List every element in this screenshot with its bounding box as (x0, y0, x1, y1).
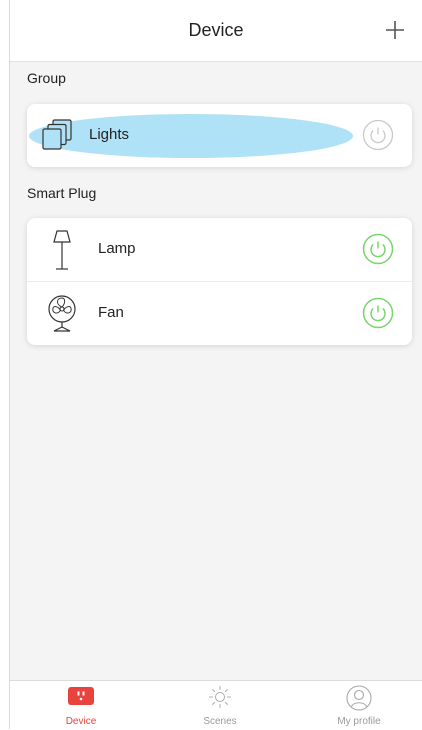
section-label-smart-plug: Smart Plug (27, 185, 97, 201)
smart-plug-card: Lamp Fan (27, 218, 412, 345)
smart-plug-icon (68, 687, 94, 705)
plug-item-label: Fan (98, 304, 124, 321)
power-icon[interactable] (362, 297, 394, 329)
power-icon[interactable] (362, 119, 394, 151)
section-label-group: Group (27, 70, 66, 86)
tab-label: My profile (337, 716, 381, 727)
tab-scenes[interactable]: Scenes (165, 681, 275, 730)
group-item-label: Lights (89, 126, 130, 143)
top-bar: Device (10, 0, 422, 62)
plug-item-fan[interactable]: Fan (27, 281, 412, 345)
bottom-tab-bar: Device Scenes My profile (10, 680, 422, 729)
power-icon[interactable] (362, 233, 394, 265)
user-icon (346, 685, 372, 711)
group-item-lights[interactable]: Lights (27, 104, 412, 167)
tab-label: Scenes (203, 716, 237, 727)
tab-label: Device (65, 716, 97, 727)
plug-item-lamp[interactable]: Lamp (27, 218, 412, 281)
tab-device[interactable]: Device (26, 681, 136, 730)
plug-item-label: Lamp (98, 240, 136, 257)
plus-icon[interactable] (382, 17, 408, 43)
layers-icon (42, 119, 72, 150)
page-title: Device (188, 20, 244, 40)
floor-lamp-icon (53, 230, 71, 270)
selection-highlight (29, 114, 353, 158)
sun-icon (209, 686, 231, 708)
group-card: Lights (27, 104, 412, 167)
fan-icon (48, 295, 76, 332)
app-screen: Device Group Lights Smart Plug Lamp Fan … (9, 0, 422, 729)
tab-my-profile[interactable]: My profile (304, 681, 414, 730)
